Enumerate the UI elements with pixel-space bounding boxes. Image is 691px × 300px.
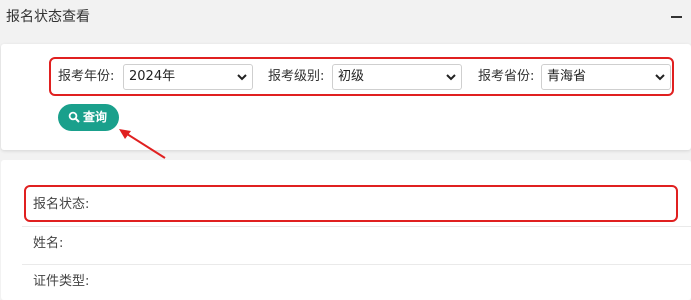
level-select-value: 初级: [338, 69, 365, 84]
province-label: 报考省份:: [478, 69, 535, 84]
search-icon: [68, 111, 80, 123]
annotation-arrow-icon: [119, 129, 166, 159]
query-button[interactable]: 查询: [58, 104, 119, 131]
province-select-value: 青海省: [547, 69, 587, 84]
panel-header: 报名状态查看: [0, 0, 691, 34]
chevron-down-icon: [655, 74, 665, 81]
chevron-down-icon: [237, 74, 247, 81]
year-label: 报考年份:: [58, 69, 115, 84]
year-select-value: 2024年: [129, 69, 176, 84]
minus-icon[interactable]: [668, 5, 684, 27]
year-select[interactable]: 2024年: [123, 64, 253, 90]
province-select[interactable]: 青海省: [541, 64, 671, 90]
status-label: 报名状态:: [33, 197, 90, 212]
result-card: [1, 160, 691, 300]
page-title: 报名状态查看: [6, 9, 90, 25]
chevron-down-icon: [446, 74, 456, 81]
divider: [22, 226, 691, 227]
divider: [22, 264, 691, 265]
query-button-label: 查询: [83, 110, 108, 124]
level-label: 报考级别:: [268, 69, 325, 84]
level-select[interactable]: 初级: [332, 64, 462, 90]
name-label: 姓名:: [33, 236, 64, 251]
status-highlight-box: [24, 185, 678, 222]
id-type-label: 证件类型:: [33, 274, 90, 289]
